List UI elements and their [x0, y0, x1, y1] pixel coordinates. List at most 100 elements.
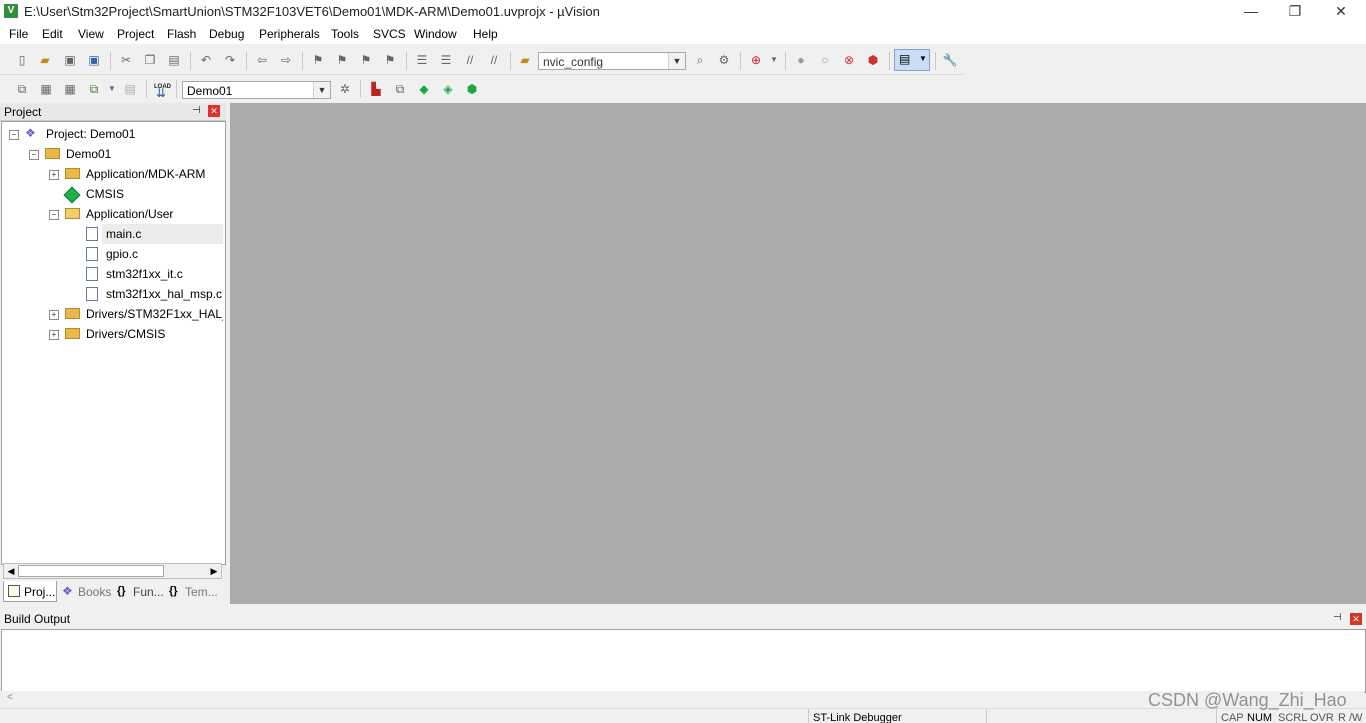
tree-item-file[interactable]: main.c [86, 224, 223, 244]
menu-flash[interactable]: Flash [167, 27, 196, 41]
tab-project[interactable]: Proj... [3, 581, 57, 602]
bookmark-icon[interactable]: ⚑ [310, 52, 326, 68]
multi-project-icon[interactable]: ⧉ [392, 81, 408, 97]
breakpoint-icon[interactable]: ● [793, 52, 809, 68]
tree-item-cmsis[interactable]: CMSIS [2, 184, 223, 204]
cut-icon[interactable]: ✂ [118, 52, 134, 68]
scroll-thumb[interactable] [18, 565, 164, 577]
indent-icon[interactable]: ☰ [414, 52, 430, 68]
menu-help[interactable]: Help [473, 27, 498, 41]
menu-window[interactable]: Window [414, 27, 457, 41]
build-icon[interactable]: ▦ [38, 81, 54, 97]
pack-installer-icon[interactable]: ⬢ [464, 81, 480, 97]
chevron-down-icon[interactable]: ▼ [313, 82, 330, 98]
window-layout-dropdown-icon: ▼ [919, 54, 927, 63]
debug-dropdown-icon[interactable]: ▼ [766, 52, 782, 68]
menu-file[interactable]: File [9, 27, 28, 41]
copy-icon[interactable]: ❐ [142, 52, 158, 68]
manage-project-items-icon[interactable]: ▙ [368, 81, 384, 97]
uvision-app-icon: V [4, 4, 18, 18]
incremental-find-icon[interactable]: ⚙ [716, 52, 732, 68]
select-software-packs-icon[interactable]: ◈ [440, 81, 456, 97]
expand-icon[interactable]: + [49, 170, 59, 180]
save-all-icon[interactable]: ▣ [86, 52, 102, 68]
window-layout-button[interactable]: ▤ ▼ [894, 49, 930, 71]
load-download-button[interactable]: LOAD ⇊ [154, 79, 171, 100]
disable-all-breakpoints-icon[interactable]: ⊗ [841, 52, 857, 68]
tab-functions[interactable]: {} Fun... [113, 581, 165, 602]
configure-icon[interactable]: 🔧 [942, 52, 958, 68]
next-bookmark-icon[interactable]: ⚑ [358, 52, 374, 68]
restore-button[interactable]: ❐ [1272, 0, 1318, 24]
menu-debug[interactable]: Debug [209, 27, 244, 41]
collapse-icon[interactable]: − [29, 150, 39, 160]
comment-icon[interactable]: // [462, 52, 478, 68]
collapse-icon[interactable]: − [49, 210, 59, 220]
redo-icon[interactable]: ↷ [222, 52, 238, 68]
tree-item-target[interactable]: − Demo01 [2, 144, 223, 164]
find-combo-value: nvic_config [543, 55, 604, 69]
manage-run-time-env-icon[interactable]: ◆ [416, 81, 432, 97]
tree-item-group[interactable]: − Application/User [2, 204, 223, 224]
pin-icon[interactable]: ⊣ [192, 105, 201, 116]
pin-icon[interactable]: ⊣ [1333, 612, 1342, 623]
editor-area[interactable] [230, 103, 1366, 604]
save-icon[interactable]: ▣ [62, 52, 78, 68]
tree-item-file[interactable]: stm32f1xx_it.c [2, 264, 223, 284]
undo-icon[interactable]: ↶ [198, 52, 214, 68]
paste-icon[interactable]: ▤ [166, 52, 182, 68]
stop-build-icon[interactable]: ▤ [122, 81, 138, 97]
menu-svcs[interactable]: SVCS [373, 27, 406, 41]
target-select[interactable]: Demo01 ▼ [182, 81, 331, 99]
kill-all-breakpoints-icon[interactable]: ⬢ [865, 52, 881, 68]
scroll-left-icon[interactable]: < [7, 692, 13, 703]
clear-bookmarks-icon[interactable]: ⚑ [382, 52, 398, 68]
new-file-icon[interactable]: ▯ [14, 52, 30, 68]
tree-item-group[interactable]: + Drivers/CMSIS [2, 324, 223, 344]
tree-item-group[interactable]: + Application/MDK-ARM [2, 164, 223, 184]
tree-item-file[interactable]: stm32f1xx_hal_msp.c [2, 284, 223, 304]
rebuild-icon[interactable]: ▦ [62, 81, 78, 97]
target-options-icon[interactable]: ✲ [337, 81, 353, 97]
tree-item-label: stm32f1xx_it.c [106, 267, 183, 281]
expand-icon[interactable]: + [49, 330, 59, 340]
close-panel-icon[interactable]: ✕ [208, 105, 220, 117]
project-horizontal-scrollbar[interactable]: ◀ ▶ [3, 563, 222, 579]
uncomment-icon[interactable]: // [486, 52, 502, 68]
batch-build-dropdown-icon[interactable]: ▼ [104, 81, 120, 97]
find-in-files-icon[interactable]: ▰ [517, 52, 533, 68]
close-window-button[interactable]: ✕ [1318, 0, 1364, 24]
scroll-right-icon[interactable]: ▶ [207, 564, 221, 578]
close-panel-icon[interactable]: ✕ [1350, 613, 1362, 625]
tab-templates[interactable]: {} Tem... [165, 581, 225, 602]
expand-icon[interactable]: + [49, 310, 59, 320]
collapse-icon[interactable]: − [9, 130, 19, 140]
open-folder-icon[interactable]: ▰ [37, 52, 53, 68]
translate-icon[interactable]: ⧉ [14, 81, 30, 97]
menu-project[interactable]: Project [117, 27, 154, 41]
menu-peripherals[interactable]: Peripherals [259, 27, 320, 41]
prev-bookmark-icon[interactable]: ⚑ [334, 52, 350, 68]
minimize-button[interactable]: — [1228, 0, 1274, 24]
tree-item-group[interactable]: + Drivers/STM32F1xx_HAL_D [2, 304, 223, 324]
project-tab-icon [8, 585, 20, 597]
debug-session-icon[interactable]: ⊕ [748, 52, 764, 68]
find-combo[interactable]: nvic_config ▼ [538, 52, 686, 70]
chevron-down-icon[interactable]: ▼ [668, 53, 685, 69]
disable-breakpoint-icon[interactable]: ○ [817, 52, 833, 68]
menu-edit[interactable]: Edit [42, 27, 63, 41]
tree-item-project[interactable]: − ❖ Project: Demo01 [2, 124, 223, 144]
folder-open-icon [65, 208, 80, 219]
find-icon[interactable]: ⌕ [692, 52, 708, 68]
tab-books[interactable]: ❖ Books [58, 581, 113, 602]
menu-view[interactable]: View [78, 27, 104, 41]
navigate-back-icon[interactable]: ⇦ [254, 52, 270, 68]
file-toolbar: ▯ ▰ ▣ ▣ ✂ ❐ ▤ ↶ ↷ ⇦ ⇨ ⚑ ⚑ ⚑ ⚑ ☰ ☰ // // … [0, 46, 965, 75]
batch-build-icon[interactable]: ⧉ [86, 81, 102, 97]
menu-tools[interactable]: Tools [331, 27, 359, 41]
scroll-left-icon[interactable]: ◀ [4, 564, 18, 578]
navigate-forward-icon[interactable]: ⇨ [278, 52, 294, 68]
unindent-icon[interactable]: ☰ [438, 52, 454, 68]
build-output-text[interactable] [1, 629, 1366, 693]
tree-item-file[interactable]: gpio.c [2, 244, 223, 264]
